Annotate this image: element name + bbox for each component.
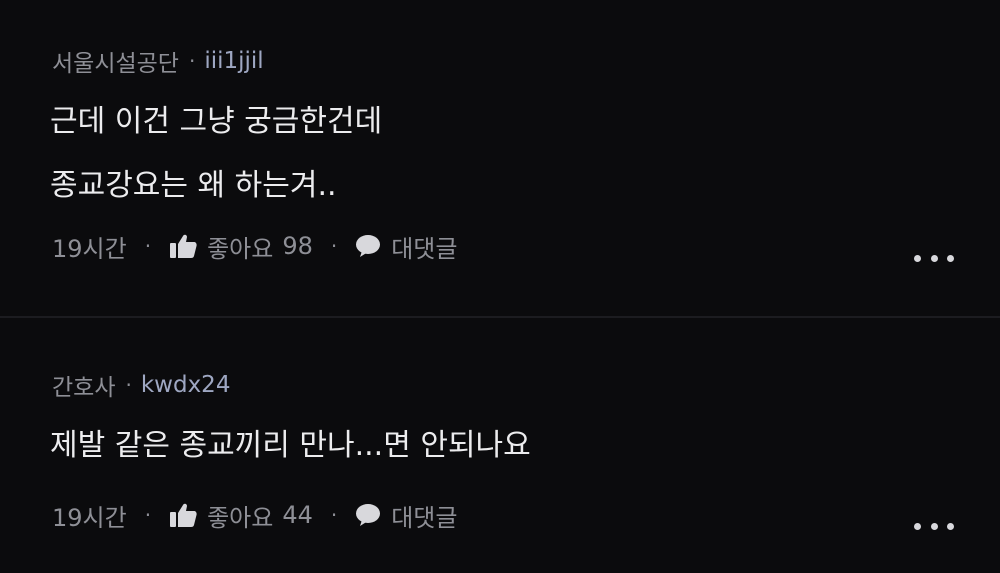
thumbs-up-icon <box>170 234 197 258</box>
action-dot: · <box>144 234 152 258</box>
comment-meta: 간호사 · kwdx24 <box>52 368 230 402</box>
comment-time: 19시간 <box>52 234 127 263</box>
meta-separator: · <box>188 49 196 73</box>
more-horizontal-icon <box>930 522 938 530</box>
comment-actions: 19시간 · 좋아요 44 · 대댓글 <box>52 498 457 532</box>
author-handle[interactable]: iii1jjil <box>204 48 263 74</box>
like-label: 좋아요 <box>207 503 274 532</box>
comment-line: 제발 같은 종교끼리 만나...면 안되나요 <box>50 428 531 463</box>
more-horizontal-icon <box>947 522 954 530</box>
more-horizontal-icon <box>930 254 938 262</box>
comment-time: 19시간 <box>52 503 127 532</box>
thumbs-up-icon <box>170 503 197 527</box>
action-dot: · <box>330 503 338 527</box>
comment-line: 종교강요는 왜 하는겨.. <box>50 168 337 203</box>
action-dot: · <box>330 234 338 258</box>
like-count: 44 <box>282 501 313 529</box>
comment-body: 제발 같은 종교끼리 만나...면 안되나요 <box>50 414 531 478</box>
reply-button[interactable]: 대댓글 <box>355 229 457 264</box>
more-horizontal-icon <box>914 522 921 530</box>
comment-item: 간호사 · kwdx24 제발 같은 종교끼리 만나...면 안되나요 19시간… <box>0 318 1000 573</box>
meta-separator: · <box>125 373 132 397</box>
reply-label: 대댓글 <box>391 234 458 263</box>
comment-item: 서울시설공단 · iii1jjil 근데 이건 그냥 궁금한건데 종교강요는 왜… <box>0 0 1000 316</box>
like-button[interactable]: 좋아요 44 <box>169 498 313 533</box>
speech-bubble-icon <box>356 235 381 257</box>
comment-line: 근데 이건 그냥 궁금한건데 <box>50 104 383 139</box>
reply-button[interactable]: 대댓글 <box>355 498 457 533</box>
comment-meta: 서울시설공단 · iii1jjil <box>52 44 264 78</box>
more-horizontal-icon <box>914 254 921 262</box>
more-options-button[interactable] <box>914 248 954 268</box>
comment-body: 근데 이건 그냥 궁금한건데 종교강요는 왜 하는겨.. <box>50 90 382 218</box>
more-options-button[interactable] <box>914 516 954 536</box>
like-label: 좋아요 <box>207 234 274 263</box>
like-count: 98 <box>282 232 313 260</box>
comment-actions: 19시간 · 좋아요 98 · 대댓글 <box>52 229 457 263</box>
more-horizontal-icon <box>947 254 954 262</box>
reply-label: 대댓글 <box>391 503 458 532</box>
author-name[interactable]: 간호사 <box>52 368 115 402</box>
action-dot: · <box>144 503 152 527</box>
speech-bubble-icon <box>356 504 381 526</box>
author-name[interactable]: 서울시설공단 <box>52 44 179 78</box>
like-button[interactable]: 좋아요 98 <box>169 229 313 264</box>
author-handle[interactable]: kwdx24 <box>141 372 231 398</box>
